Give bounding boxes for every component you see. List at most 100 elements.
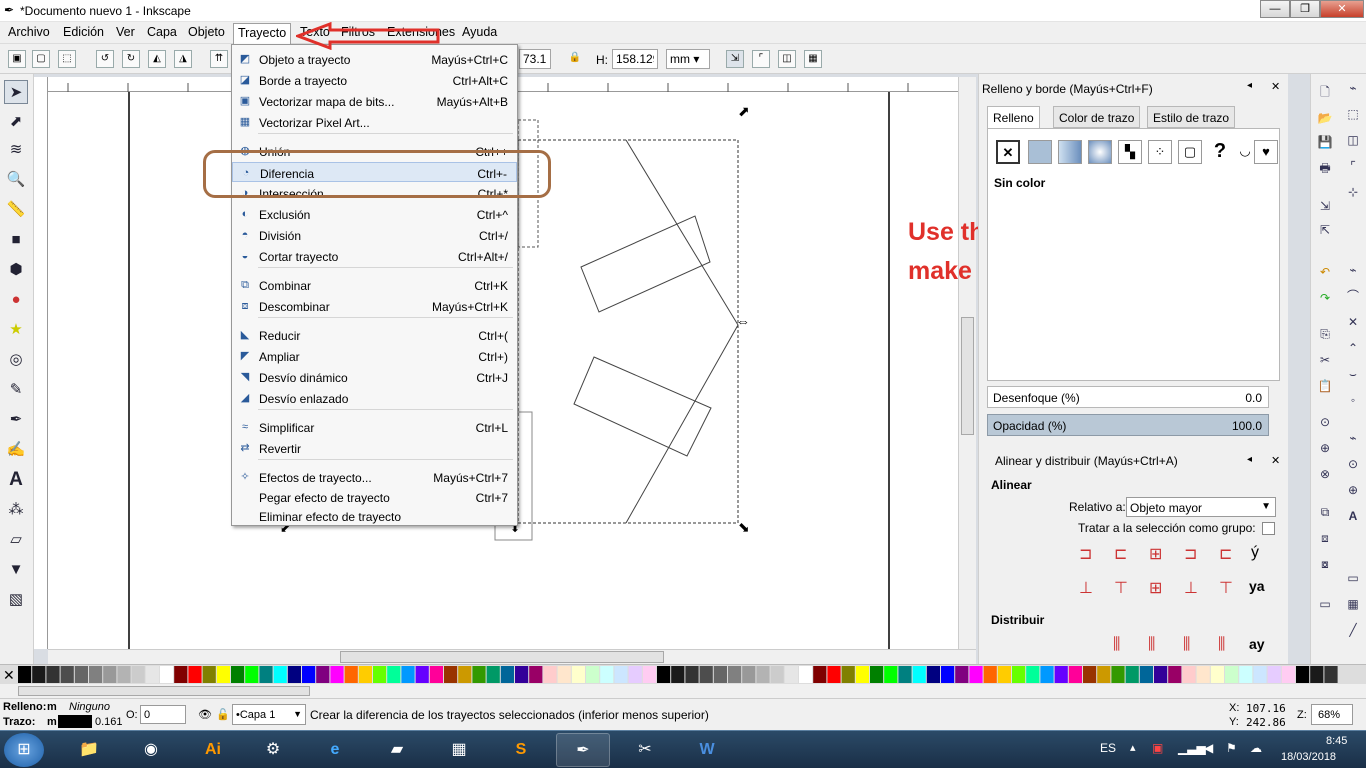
palette-swatch[interactable]	[1125, 666, 1139, 683]
menu-item-combinar[interactable]: ⧉ Combinar Ctrl+K	[232, 275, 517, 295]
height-field[interactable]	[612, 49, 658, 69]
palette-swatch[interactable]	[302, 666, 316, 683]
palette-swatch[interactable]	[1154, 666, 1168, 683]
palette-swatch[interactable]	[742, 666, 756, 683]
snap-bbox-icon[interactable]: ⬚	[1343, 104, 1363, 124]
palette-swatch[interactable]	[1054, 666, 1068, 683]
lock-proportions-icon[interactable]: 🔒	[566, 50, 584, 68]
palette-swatch[interactable]	[1281, 666, 1295, 683]
menu-item-simplificar[interactable]: ≈ Simplificar Ctrl+L	[232, 417, 517, 437]
action-center-icon[interactable]: ⚑	[1226, 741, 1237, 755]
palette-swatch[interactable]	[287, 666, 301, 683]
move-gradients-icon[interactable]: ◫	[778, 50, 796, 68]
zoom-tool-icon[interactable]: 🔍	[4, 168, 28, 192]
palette-swatch[interactable]	[458, 666, 472, 683]
align-panel-collapse-icon[interactable]: ◂	[1247, 454, 1252, 465]
menu-item-desvio-enlazado[interactable]: ◢ Desvío enlazado	[232, 388, 517, 408]
distribute-gaps-icon[interactable]: ⫼	[1218, 636, 1225, 654]
align-center-v-icon[interactable]: ⊞	[1149, 578, 1162, 598]
tab-estilo-de-trazo[interactable]: Estilo de trazo	[1147, 106, 1236, 128]
scale-handle-right-icon[interactable]: ⇔	[736, 313, 750, 329]
palette-swatch[interactable]	[870, 666, 884, 683]
palette-swatch[interactable]	[699, 666, 713, 683]
menu-ayuda[interactable]: Ayuda	[462, 25, 497, 39]
palette-swatch[interactable]	[160, 666, 174, 683]
snap-path-icon[interactable]: ⌒	[1343, 286, 1363, 306]
palette-swatch[interactable]	[358, 666, 372, 683]
menu-item-cortar-trayecto[interactable]: ◒ Cortar trayecto Ctrl+Alt+/	[232, 246, 517, 266]
palette-swatch[interactable]	[216, 666, 230, 683]
palette-swatch[interactable]	[330, 666, 344, 683]
stroke-width-value[interactable]: 0.161	[95, 716, 123, 728]
group-icon[interactable]: ▭	[1315, 594, 1335, 614]
palette-swatch[interactable]	[1239, 666, 1253, 683]
stroke-color-swatch[interactable]	[58, 715, 92, 728]
palette-swatch[interactable]	[259, 666, 273, 683]
tray-arrow-icon[interactable]: ▴	[1130, 741, 1136, 754]
palette-swatch[interactable]	[1026, 666, 1040, 683]
palette-swatch[interactable]	[103, 666, 117, 683]
import-icon[interactable]: ⇲	[1315, 196, 1335, 216]
unlink-clone-icon[interactable]: ⧇	[1315, 554, 1335, 574]
palette-swatch[interactable]	[685, 666, 699, 683]
calligraphy-tool-icon[interactable]: ✍	[4, 438, 28, 462]
palette-swatch[interactable]	[586, 666, 600, 683]
palette-swatch[interactable]	[657, 666, 671, 683]
palette-swatch[interactable]	[941, 666, 955, 683]
spiral-tool-icon[interactable]: ◎	[4, 348, 28, 372]
deselect-icon[interactable]: ⬚	[58, 50, 76, 68]
move-patterns-icon[interactable]: ▦	[804, 50, 822, 68]
palette-swatch[interactable]	[557, 666, 571, 683]
snap-text-baseline-icon[interactable]: A	[1343, 506, 1363, 526]
palette-swatch[interactable]	[997, 666, 1011, 683]
text-tool-icon[interactable]: A	[4, 468, 28, 492]
cut-icon[interactable]: ✂	[1315, 350, 1335, 370]
palette-swatch[interactable]	[188, 666, 202, 683]
print-icon[interactable]: 🖶	[1315, 158, 1335, 178]
palette-swatch[interactable]	[1083, 666, 1097, 683]
align-bottom-edge-icon[interactable]: ⊥	[1079, 578, 1093, 598]
snap-smooth-icon[interactable]: ⌣	[1343, 364, 1363, 384]
unset-paint-icon[interactable]: ?	[1208, 140, 1232, 164]
ellipse-tool-icon[interactable]: ●	[4, 288, 28, 312]
open-file-icon[interactable]: 📂	[1315, 108, 1335, 128]
treat-as-group-checkbox[interactable]	[1262, 522, 1275, 535]
palette-scroll-thumb[interactable]	[18, 686, 310, 696]
tab-color-de-trazo[interactable]: Color de trazo	[1053, 106, 1141, 128]
palette-swatch[interactable]	[18, 666, 32, 683]
fill-paint-value[interactable]: Ninguno	[69, 701, 110, 713]
palette-swatch[interactable]	[756, 666, 770, 683]
palette-swatch[interactable]	[983, 666, 997, 683]
distribute-baseline-icon[interactable]: ay	[1249, 636, 1265, 652]
illustrator-taskbar-icon[interactable]: Ai	[186, 733, 240, 767]
horizontal-scroll-thumb[interactable]	[340, 651, 664, 663]
align-panel-close-icon[interactable]: ✕	[1271, 454, 1280, 467]
palette-swatch[interactable]	[245, 666, 259, 683]
clock-time[interactable]: 8:45	[1326, 735, 1347, 747]
palette-swatch[interactable]	[1111, 666, 1125, 683]
node-tool-icon[interactable]: ⬈	[4, 110, 28, 134]
palette-swatch[interactable]	[131, 666, 145, 683]
selector-tool-icon[interactable]: ➤	[4, 80, 28, 104]
close-button[interactable]: ✕	[1320, 0, 1364, 18]
gradient-tool-icon[interactable]: ▧	[4, 588, 28, 612]
menu-item-pegar-efecto-de-trayecto[interactable]: Pegar efecto de trayecto Ctrl+7	[232, 487, 517, 507]
blur-slider[interactable]: Desenfoque (%) 0.0	[987, 386, 1269, 408]
tab-relleno[interactable]: Relleno	[987, 106, 1040, 128]
unit-select[interactable]: mm ▾	[666, 49, 710, 69]
new-document-icon[interactable]: 🗋	[1315, 82, 1335, 102]
control-panel-taskbar-icon[interactable]: ▦	[432, 733, 486, 767]
no-paint-icon[interactable]: ✕	[996, 140, 1020, 164]
palette-swatch[interactable]	[472, 666, 486, 683]
clock-date[interactable]: 18/03/2018	[1281, 751, 1336, 763]
menu-item-ampliar[interactable]: ◤ Ampliar Ctrl+)	[232, 346, 517, 366]
slot-rect-upper[interactable]	[580, 215, 711, 313]
flip-vertical-icon[interactable]: ◮	[174, 50, 192, 68]
align-left-edge-icon[interactable]: ⊏	[1219, 544, 1232, 564]
rotate-cw-icon[interactable]: ↻	[122, 50, 140, 68]
palette-swatch[interactable]	[74, 666, 88, 683]
palette-swatch[interactable]	[600, 666, 614, 683]
slot-rect-lower[interactable]	[573, 356, 712, 457]
snap-cusp-icon[interactable]: ⌃	[1343, 338, 1363, 358]
export-icon[interactable]: ⇱	[1315, 220, 1335, 240]
